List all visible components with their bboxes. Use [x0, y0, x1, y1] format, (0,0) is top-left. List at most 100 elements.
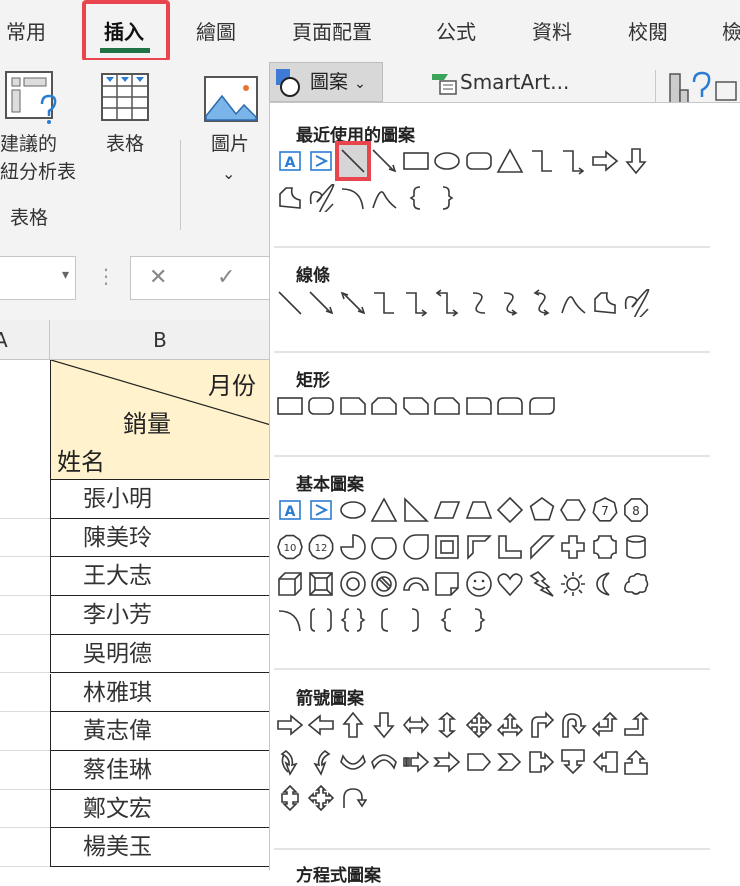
tab-draw[interactable]: 繪圖 [196, 16, 236, 45]
cell-a[interactable] [0, 751, 50, 790]
name-cell[interactable]: 楊美玉 [50, 828, 270, 867]
shape-no-symbol[interactable] [369, 566, 401, 602]
shape-moon[interactable] [589, 566, 621, 602]
shape-right-callout[interactable] [526, 744, 558, 780]
shape-triangle[interactable] [369, 492, 401, 528]
shape-smiley[interactable] [463, 566, 495, 602]
shape-cloud[interactable] [621, 566, 653, 602]
shape-teardrop[interactable] [400, 529, 432, 565]
name-box-dropdown-icon[interactable]: ▾ [62, 267, 69, 283]
shape-l-shape[interactable] [495, 529, 527, 565]
picture-chevron-icon[interactable]: ⌄ [222, 160, 235, 188]
shape-left-bracket[interactable] [369, 602, 401, 638]
column-header-b[interactable]: B [50, 320, 270, 360]
shape-line[interactable] [335, 141, 371, 181]
shape-down-arrow[interactable] [621, 143, 653, 179]
shape-pie[interactable] [337, 529, 369, 565]
name-box[interactable]: ▾ [0, 256, 76, 300]
name-cell[interactable]: 黃志偉 [50, 712, 270, 751]
shape-round2same[interactable] [495, 388, 527, 424]
tab-formulas[interactable]: 公式 [436, 16, 476, 45]
shape-left-brace[interactable] [432, 602, 464, 638]
shape-rect[interactable] [400, 143, 432, 179]
shape-left-arrow[interactable] [306, 707, 338, 743]
shape-curve[interactable] [558, 285, 590, 321]
shape-arrow-line[interactable] [369, 143, 401, 179]
shape-curved-connector[interactable] [463, 285, 495, 321]
shape-arrow-line[interactable] [306, 285, 338, 321]
shape-decagon[interactable]: 10 [274, 529, 306, 565]
shape-hexagon[interactable] [558, 492, 590, 528]
shape-striped-right-arrow[interactable] [400, 744, 432, 780]
shape-down-arrow[interactable] [369, 707, 401, 743]
shape-circular-arrow[interactable] [337, 780, 369, 816]
shape-octagon[interactable]: 8 [621, 492, 653, 528]
name-cell[interactable]: 陳美玲 [50, 518, 270, 558]
shape-elbow[interactable] [526, 143, 558, 179]
shape-arc[interactable] [337, 180, 369, 216]
cell-a[interactable] [0, 557, 50, 597]
name-cell[interactable]: 張小明 [50, 480, 270, 519]
shape-right-arrow[interactable] [589, 143, 621, 179]
shape-quad-callout[interactable] [306, 780, 338, 816]
shape-half-frame[interactable] [463, 529, 495, 565]
shape-rounded-rect[interactable] [306, 388, 338, 424]
shape-parallelogram[interactable] [432, 492, 464, 528]
name-cell[interactable]: 吳明德 [50, 634, 270, 674]
shape-left-up-arrow[interactable] [589, 707, 621, 743]
shape-oval[interactable] [337, 492, 369, 528]
cell-a[interactable] [0, 712, 50, 751]
shape-vtextbox[interactable] [306, 492, 338, 528]
smartart-button[interactable]: SmartArt... [430, 70, 569, 96]
shape-curve[interactable] [369, 180, 401, 216]
shape-up-down-arrow[interactable] [432, 707, 464, 743]
shape-arc[interactable] [274, 602, 306, 638]
shape-double-arrow-line[interactable] [337, 285, 369, 321]
shape-diamond[interactable] [495, 492, 527, 528]
shape-elbow-arrow[interactable] [400, 285, 432, 321]
shape-quad-arrow[interactable] [463, 707, 495, 743]
shape-curved-double-arrow[interactable] [526, 285, 558, 321]
drag-handle-icon[interactable]: ⋮ [96, 264, 116, 288]
shape-block-arc[interactable] [400, 566, 432, 602]
shape-double-brace[interactable] [337, 602, 369, 638]
shape-elbow[interactable] [369, 285, 401, 321]
tab-page-layout[interactable]: 頁面配置 [292, 16, 372, 45]
shape-bent-up-arrow[interactable] [621, 707, 653, 743]
cell-a[interactable] [0, 790, 50, 829]
cell-a[interactable] [0, 635, 50, 674]
shape-left-right-arrow[interactable] [400, 707, 432, 743]
shape-down-callout[interactable] [558, 744, 590, 780]
shape-freeform[interactable] [589, 285, 621, 321]
shape-bevel[interactable] [306, 566, 338, 602]
shape-left-callout[interactable] [589, 744, 621, 780]
shape-pentagon-arrow[interactable] [463, 744, 495, 780]
shape-donut[interactable] [337, 566, 369, 602]
diagonal-header-cell[interactable]: 月份 銷量 姓名 [50, 360, 271, 480]
cell-a[interactable] [0, 596, 50, 635]
shape-diagonal-stripe[interactable] [526, 529, 558, 565]
shape-heptagon[interactable]: 7 [589, 492, 621, 528]
shape-chord[interactable] [369, 529, 401, 565]
shape-up-arrow[interactable] [337, 707, 369, 743]
tab-review[interactable]: 校閱 [628, 16, 668, 45]
shape-snip2same[interactable] [369, 388, 401, 424]
shape-can[interactable] [621, 529, 653, 565]
shape-sniprounded[interactable] [432, 388, 464, 424]
shape-snip1[interactable] [337, 388, 369, 424]
cell-a[interactable] [0, 519, 50, 558]
shape-vtextbox[interactable] [306, 143, 338, 179]
shape-left-right-up-arrow[interactable] [495, 707, 527, 743]
shape-sun[interactable] [558, 566, 590, 602]
shape-textbox[interactable]: A [274, 143, 306, 179]
shape-plaque[interactable] [589, 529, 621, 565]
name-cell[interactable]: 鄭文宏 [50, 789, 270, 829]
table-button[interactable] [100, 72, 152, 128]
shape-chevron[interactable] [495, 744, 527, 780]
shape-rounded-rect[interactable] [463, 143, 495, 179]
name-cell[interactable]: 李小芳 [50, 596, 270, 635]
recommended-pivot-button[interactable] [4, 70, 60, 130]
shape-oval[interactable] [432, 143, 464, 179]
shape-cross[interactable] [558, 529, 590, 565]
shape-right-triangle[interactable] [400, 492, 432, 528]
